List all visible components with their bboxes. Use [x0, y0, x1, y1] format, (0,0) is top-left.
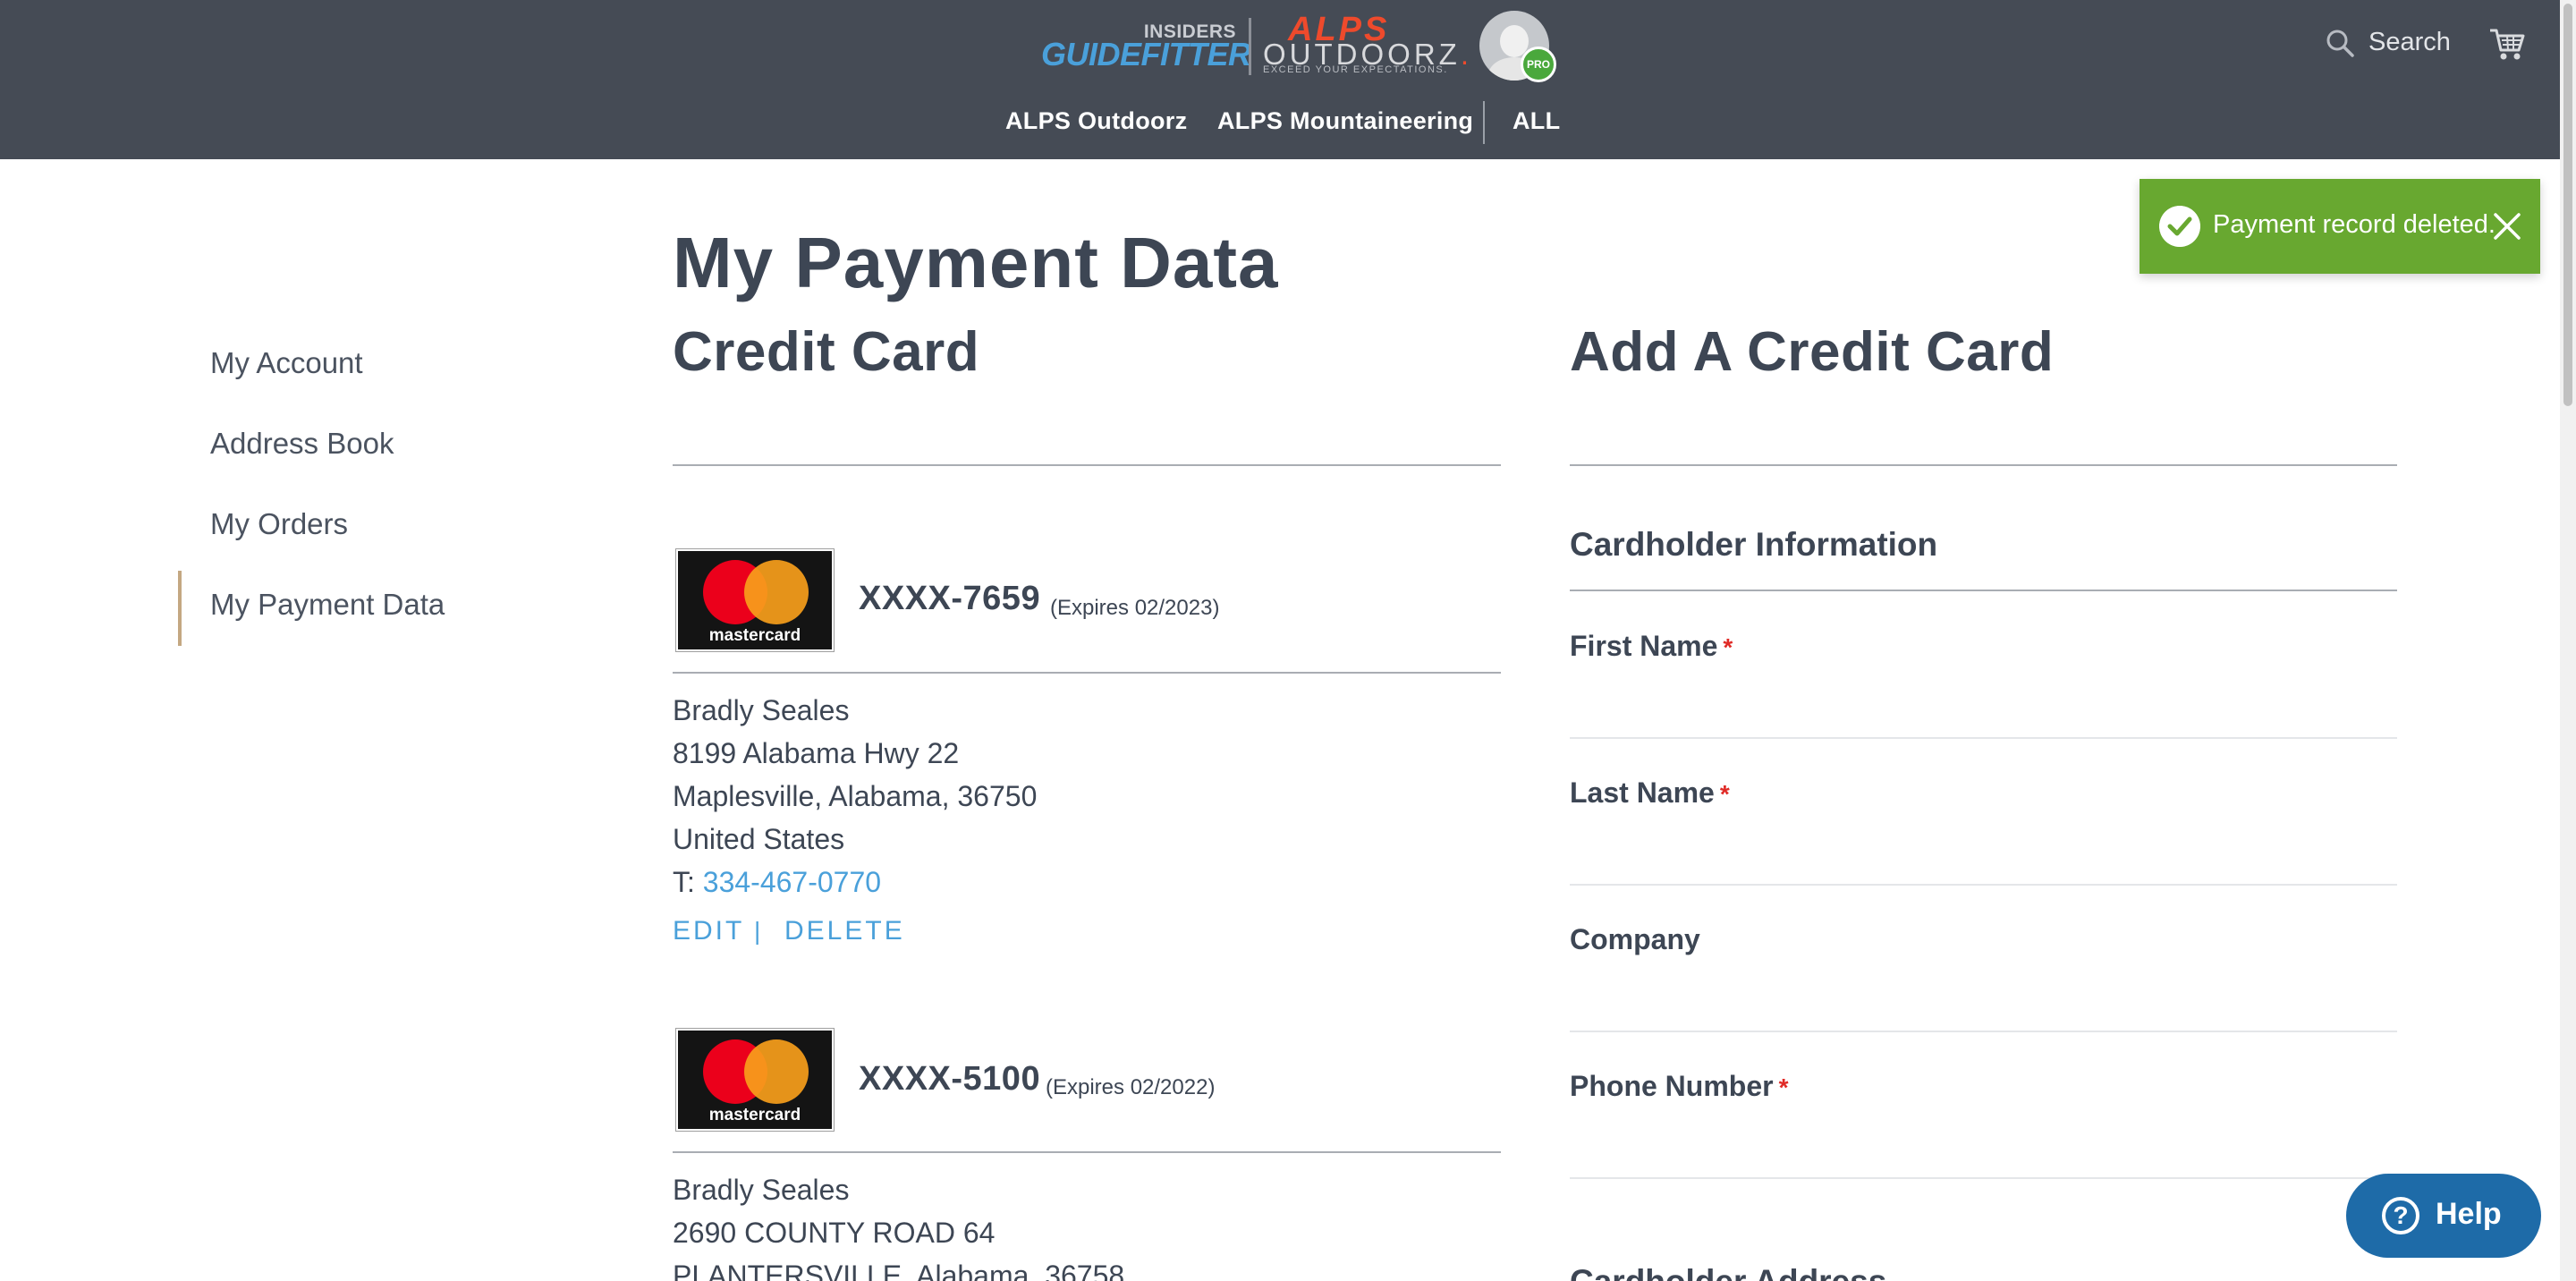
sidebar-active-indicator [178, 571, 182, 646]
cart-icon[interactable] [2488, 25, 2526, 63]
check-icon [2159, 206, 2200, 247]
card-city-line: PLANTERSVILLE, Alabama, 36758 [673, 1260, 1125, 1281]
sidebar-item-my-account[interactable]: My Account [210, 346, 363, 380]
alps-tagline: EXCEED YOUR EXPECTATIONS. [1263, 64, 1448, 75]
last-name-label: Last Name * [1570, 776, 1730, 809]
sidebar-item-my-orders[interactable]: My Orders [210, 507, 348, 541]
card-street: 8199 Alabama Hwy 22 [673, 737, 960, 769]
phone-number-label: Phone Number * [1570, 1070, 1789, 1102]
mastercard-logo: mastercard [675, 548, 835, 652]
first-name-input[interactable] [1570, 692, 2397, 739]
add-card-title: Add A Credit Card [1570, 321, 2055, 383]
mastercard-yellow-circle [744, 560, 809, 624]
required-asterisk: * [1778, 1073, 1789, 1101]
site-header: INSIDERS GUIDEFITTER ALPS OUTDOORZ. EXCE… [0, 0, 2576, 159]
guidefitter-logo[interactable]: INSIDERS GUIDEFITTER [1038, 20, 1251, 72]
help-icon: ? [2382, 1197, 2419, 1234]
required-asterisk: * [1719, 780, 1730, 808]
phone-number-input[interactable] [1570, 1133, 2397, 1179]
nav-alps-outdoorz[interactable]: ALPS Outdoorz [1005, 107, 1187, 140]
scrollbar-thumb[interactable] [2563, 4, 2572, 406]
delete-card-link[interactable]: DELETE [784, 916, 905, 946]
search-icon[interactable] [2326, 29, 2354, 57]
close-icon[interactable] [2490, 209, 2524, 243]
card-holder-name: Bradly Seales [673, 1174, 850, 1206]
card-street: 2690 COUNTY ROAD 64 [673, 1217, 996, 1249]
add-card-divider [1570, 464, 2397, 466]
nav-divider [1483, 101, 1485, 144]
mastercard-yellow-circle [744, 1039, 809, 1104]
company-label: Company [1570, 923, 1700, 955]
card-divider [673, 672, 1501, 674]
edit-card-link[interactable]: EDIT [673, 916, 744, 946]
cardholder-info-heading: Cardholder Information [1570, 526, 1938, 563]
sidebar-item-address-book[interactable]: Address Book [210, 427, 394, 461]
help-label: Help [2436, 1197, 2502, 1231]
required-asterisk: * [1723, 633, 1733, 661]
nav-all[interactable]: ALL [1513, 107, 1560, 140]
cardholder-info-divider [1570, 590, 2397, 591]
card-phone-line: T: 334-467-0770 [673, 866, 881, 899]
page-title: My Payment Data [673, 223, 1279, 302]
card-number: XXXX-7659 [859, 580, 1041, 617]
search-label[interactable]: Search [2368, 28, 2451, 57]
success-toast: Payment record deleted. [2140, 179, 2540, 274]
card-number: XXXX-5100 [859, 1060, 1041, 1098]
company-input[interactable] [1570, 986, 2397, 1032]
last-name-input[interactable] [1570, 839, 2397, 886]
mastercard-logo: mastercard [675, 1028, 835, 1132]
toast-message: Payment record deleted. [2213, 210, 2496, 239]
card-expiry: (Expires 02/2022) [1046, 1075, 1216, 1099]
action-separator: | [754, 917, 761, 945]
logo-divider [1249, 18, 1251, 75]
mastercard-logo-text: mastercard [708, 1106, 801, 1124]
alps-outdoorz-logo[interactable]: ALPS OUTDOORZ. EXCEED YOUR EXPECTATIONS. [1259, 11, 1469, 79]
first-name-label: First Name * [1570, 630, 1733, 662]
card-city-line: Maplesville, Alabama, 36750 [673, 780, 1038, 812]
card-country: United States [673, 823, 845, 855]
help-button[interactable]: ? Help [2346, 1174, 2541, 1258]
mastercard-logo-text: mastercard [708, 626, 801, 645]
guidefitter-wordmark: GUIDEFITTER [1041, 36, 1251, 72]
card-holder-name: Bradly Seales [673, 694, 850, 726]
phone-prefix: T: [673, 866, 703, 898]
credit-card-title: Credit Card [673, 321, 980, 383]
nav-alps-mountaineering[interactable]: ALPS Mountaineering [1217, 107, 1473, 140]
cardholder-address-heading: Cardholder Address [1570, 1263, 1886, 1281]
pro-badge: PRO [1521, 47, 1556, 82]
card-divider [673, 1151, 1501, 1153]
sidebar-item-my-payment-data[interactable]: My Payment Data [210, 588, 445, 622]
phone-link[interactable]: 334-467-0770 [703, 866, 881, 898]
card-expiry: (Expires 02/2023) [1050, 596, 1220, 620]
credit-card-divider [673, 464, 1501, 466]
